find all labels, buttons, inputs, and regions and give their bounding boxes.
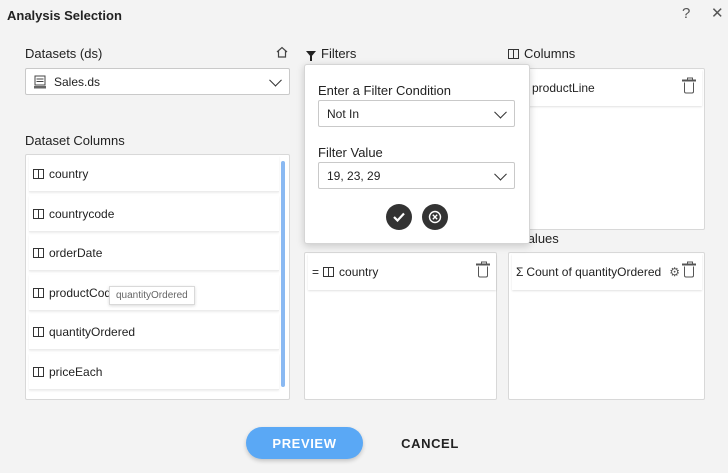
help-icon[interactable]: ? [682,5,690,23]
filter-chip-country[interactable]: = country [308,254,496,290]
columns-icon [508,48,519,59]
filter-value-label: Filter Value [318,145,383,160]
dialog-title: Analysis Selection [7,8,122,23]
filters-label: Filters [306,46,356,61]
column-icon [33,366,44,377]
column-item-countrycode[interactable]: countrycode [29,196,279,232]
column-icon [323,267,335,277]
filter-value-value: 19, 23, 29 [327,168,381,183]
filter-icon [306,50,316,61]
filter-condition-select[interactable]: Not In [318,100,515,127]
filters-drop-zone[interactable]: = country [304,252,497,400]
columns-scrollbar[interactable] [281,161,285,387]
column-item-label: orderDate [49,245,103,260]
preview-button[interactable]: PREVIEW [246,427,363,459]
trash-icon[interactable] [682,77,696,94]
drag-tooltip: quantityOrdered [109,286,195,305]
column-item-quantityordered[interactable]: quantityOrdered [29,314,279,350]
column-item-priceeach[interactable]: priceEach [29,354,279,390]
column-item-label: country [49,166,89,181]
filter-chip-label: country [339,265,379,279]
trash-icon[interactable] [682,261,696,278]
filters-label-text: Filters [321,46,357,61]
filter-condition-label: Enter a Filter Condition [318,83,451,98]
column-icon [33,287,44,298]
check-icon[interactable] [386,204,412,230]
value-chip-label: Count of quantityOrdered [526,265,662,279]
chevron-down-icon [494,167,507,181]
column-icon [33,247,44,258]
columns-drop-zone[interactable]: productLine [508,68,705,230]
column-icon [33,326,44,337]
gear-icon[interactable]: ⚙ [669,265,680,279]
column-item-country[interactable]: country [29,156,279,192]
dataset-columns-label: Dataset Columns [25,133,125,148]
trash-icon[interactable] [476,261,490,278]
dataset-file-icon [34,75,46,89]
dataset-columns-list[interactable]: country countrycode orderDate productCod… [25,154,290,400]
value-chip-count-quantityordered[interactable]: Σ Count of quantityOrdered ⚙ [512,254,702,290]
cancel-circle-icon[interactable] [422,204,448,230]
column-item-label: quantityOrdered [49,324,136,339]
column-item-orderdate[interactable]: orderDate [29,235,279,271]
home-icon[interactable] [276,46,288,58]
column-item-label: priceEach [49,364,103,379]
column-icon [33,208,44,219]
filter-condition-value: Not In [327,106,360,121]
column-item-label: countrycode [49,206,115,221]
chevron-down-icon [269,73,282,87]
column-icon [33,168,44,179]
sum-icon: Σ [516,265,524,279]
datasets-label: Datasets (ds) [25,46,103,61]
chevron-down-icon [494,105,507,119]
columns-label: Columns [508,46,575,61]
columns-label-text: Columns [524,46,576,61]
cancel-button[interactable]: CANCEL [390,427,470,459]
close-icon[interactable]: ✕ [711,5,724,23]
filter-popover: Enter a Filter Condition Not In Filter V… [304,64,530,244]
filter-value-select[interactable]: 19, 23, 29 [318,162,515,189]
column-item-label: productCode [49,285,118,300]
column-chip-productline[interactable]: productLine [512,70,702,106]
column-chip-label: productLine [532,81,595,95]
equals-icon: = [312,265,320,279]
dataset-selected-value: Sales.ds [54,74,101,89]
dataset-select[interactable]: Sales.ds [25,68,290,95]
values-drop-zone[interactable]: Σ Count of quantityOrdered ⚙ [508,252,705,400]
